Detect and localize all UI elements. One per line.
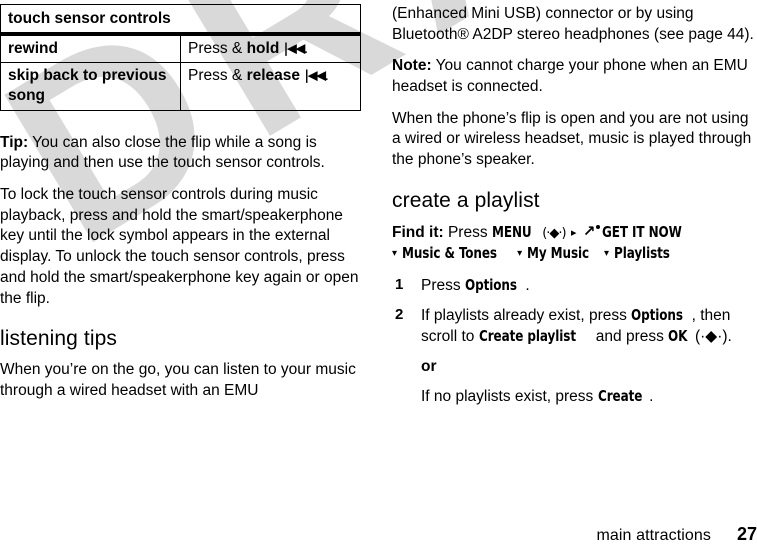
- text-run: .: [525, 276, 530, 294]
- desc-keyword: release: [246, 67, 301, 85]
- step-or-label: or: [421, 357, 437, 375]
- note-paragraph: Note: You cannot charge your phone when …: [392, 56, 757, 97]
- desc-keyword: hold: [246, 39, 280, 57]
- step-text: Press Options.: [421, 275, 530, 294]
- menu-path-music-and-tones: Music & Tones: [402, 244, 498, 263]
- speaker-paragraph: When the phone’s flip is open and you ar…: [392, 109, 752, 169]
- menu-path-my-music: My Music: [527, 244, 590, 263]
- touch-sensor-controls-table: touch sensor controls rewind Press & hol…: [0, 3, 361, 111]
- desc-suffix: .: [324, 67, 329, 85]
- text-run: (·◆·).: [690, 328, 732, 346]
- listening-tips-paragraph: When you’re on the go, you can listen to…: [0, 361, 356, 400]
- step-number: 2: [395, 305, 404, 323]
- tip-text: You can also close the flip while a song…: [0, 133, 325, 172]
- left-column: touch sensor controls rewind Press & hol…: [0, 0, 362, 413]
- shortcut-dot: [595, 224, 600, 229]
- text-run: .: [649, 387, 654, 405]
- procedure-steps: 1 Press Options. 2 If playlists already …: [392, 275, 757, 407]
- table-cell-term: rewind: [0, 33, 181, 64]
- ui-term: Create playlist: [478, 327, 576, 346]
- ui-term: OK: [668, 327, 688, 346]
- get-it-now-label: GET IT NOW: [601, 222, 682, 241]
- table-header-row: touch sensor controls: [0, 3, 361, 36]
- footer-chapter-title: main attractions: [596, 527, 711, 544]
- list-item: 2 If playlists already exist, press Opti…: [392, 305, 757, 408]
- step-alternative-text: If no playlists exist, press Create.: [421, 386, 757, 408]
- shortcut-arrow-icon: ↗: [582, 222, 600, 240]
- rewind-icon: |◀◀: [283, 41, 306, 57]
- tip-label: Tip:: [0, 133, 29, 151]
- text-run: Press: [421, 276, 465, 294]
- joystick-icon: (·◆·): [542, 225, 566, 241]
- menu-path-playlists: Playlists: [614, 244, 671, 263]
- find-it-label: Find it:: [392, 223, 444, 241]
- ui-term: Options: [631, 305, 684, 324]
- create-playlist-heading: create a playlist: [392, 188, 540, 212]
- menu-key-label: MENU: [491, 222, 532, 241]
- listening-tips-heading: listening tips: [0, 327, 117, 351]
- find-it-press-word: Press: [443, 223, 492, 241]
- step-text: If playlists already exist, press Option…: [421, 305, 732, 346]
- emu-continued-paragraph: (Enhanced Mini USB) connector or by usin…: [392, 5, 754, 43]
- desc-prefix: Press &: [188, 39, 247, 57]
- text-run: If playlists already exist, press: [421, 306, 632, 324]
- text-run: If no playlists exist, press: [421, 387, 598, 405]
- find-it-navigation: Find it: Press MENU (·◆·) ▸ ↗ GET IT NOW ▾…: [392, 222, 757, 265]
- footer-page-number: 27: [736, 524, 757, 544]
- note-text: You cannot charge your phone when an EMU…: [392, 57, 748, 96]
- tip-paragraph: Tip: You can also close the flip while a…: [0, 133, 362, 174]
- ui-term: Create: [597, 386, 642, 405]
- lock-controls-paragraph: To lock the touch sensor controls during…: [0, 186, 359, 307]
- page-footer: main attractions 27: [392, 524, 757, 545]
- rewind-icon: |◀◀: [304, 68, 326, 84]
- text-run: and press: [591, 328, 669, 346]
- table-row: rewind Press & hold |◀◀.: [0, 33, 361, 64]
- table-caption: touch sensor controls: [0, 3, 361, 36]
- manual-page: touch sensor controls rewind Press & hol…: [0, 0, 757, 546]
- table-cell-description: Press & release |◀◀.: [180, 62, 361, 111]
- table-cell-description: Press & hold |◀◀.: [180, 33, 361, 64]
- step-number: 1: [395, 275, 404, 293]
- desc-prefix: Press &: [188, 67, 247, 85]
- table-row: skip back to previous song Press & relea…: [0, 62, 361, 111]
- ui-term: Options: [464, 275, 517, 294]
- note-label: Note:: [392, 57, 432, 75]
- desc-suffix: .: [303, 39, 309, 57]
- list-item: 1 Press Options.: [392, 275, 757, 297]
- shortcut-arrow-glyph: ↗: [582, 222, 596, 240]
- table-cell-term: skip back to previous song: [0, 62, 181, 111]
- right-column: (Enhanced Mini USB) connector or by usin…: [392, 0, 757, 415]
